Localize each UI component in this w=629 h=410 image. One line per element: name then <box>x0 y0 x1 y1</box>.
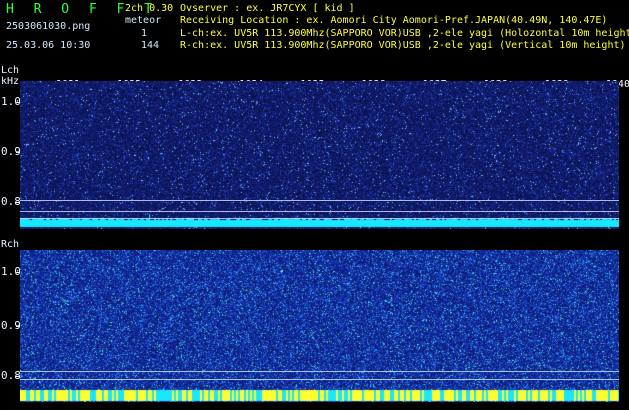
lch-receiver-line: L-ch:ex. UV5R 113.900Mhz(SAPPORO VOR)USB… <box>180 28 629 39</box>
lch-reference-line <box>20 218 619 219</box>
location-line: Receiving Location : ex. Aomori City Aom… <box>180 15 608 26</box>
lch-unit-label: kHz <box>1 76 20 87</box>
lch-reference-line <box>20 211 619 212</box>
lch-meteor-count: 1 <box>141 28 148 39</box>
rch-receiver-line: R-ch:ex. UV5R 113.900Mhz(SAPPORO VOR)USB… <box>180 40 626 51</box>
datetime: 25.03.06 10:30 <box>6 40 91 51</box>
version-label: 2ch 0.30 <box>125 3 174 14</box>
meteor-label: meteor <box>125 15 162 26</box>
rch-channel-label: Rch <box>1 239 20 250</box>
file-name: 2503061030.png <box>6 21 91 32</box>
lch-channel-label: Lch <box>1 65 20 76</box>
lch-spectrogram <box>20 81 619 229</box>
rch-reference-line <box>20 379 619 380</box>
rch-meteor-count: 144 <box>141 40 160 51</box>
lch-reference-line <box>20 200 619 201</box>
rch-reference-line <box>20 371 619 372</box>
observer-line: Ovserver : ex. JR7CYX [ kid ] <box>180 3 355 14</box>
